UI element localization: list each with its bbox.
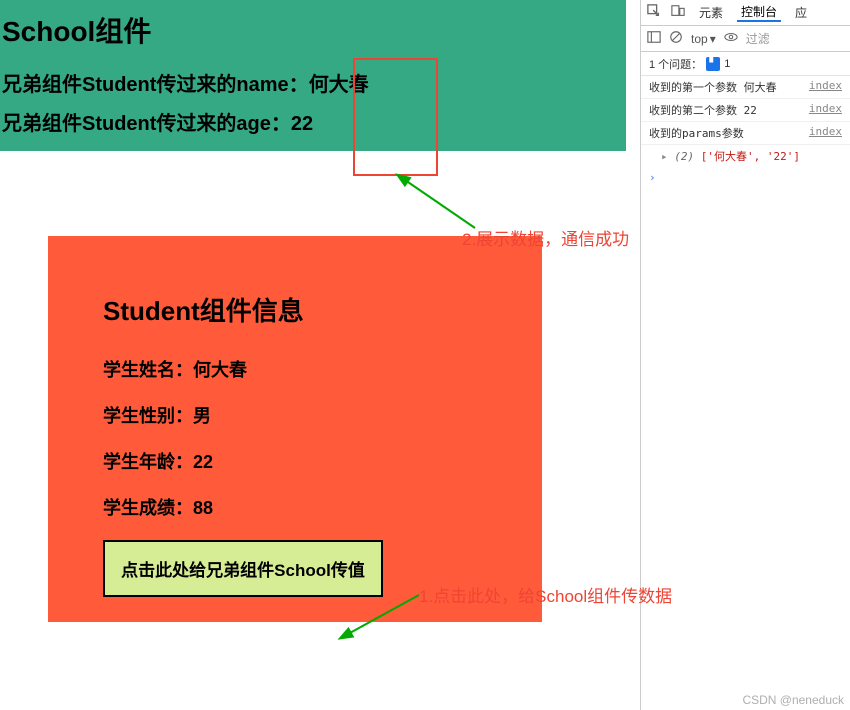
console-entry-1: 收到的第一个参数 何大春 index <box>641 76 850 99</box>
console-val-2: 22 <box>744 104 757 117</box>
student-name-label: 学生姓名： <box>103 360 193 380</box>
student-score-label: 学生成绩： <box>103 498 193 518</box>
devtools-tabs-bar: 元素 控制台 应 <box>641 0 850 26</box>
devtools-console-toolbar: top ▾ 过滤 <box>641 26 850 52</box>
tab-elements[interactable]: 元素 <box>695 4 727 21</box>
school-name-label: 兄弟组件Student传过来的name： <box>2 74 309 96</box>
school-age-line: 兄弟组件Student传过来的age：22 <box>0 107 626 136</box>
console-msg-3: 收到的params参数 <box>649 125 803 141</box>
expand-arrow-icon: ▸ <box>661 150 674 163</box>
context-label: top <box>691 32 708 46</box>
student-age-value: 22 <box>193 452 213 472</box>
student-score-value: 88 <box>193 498 213 518</box>
student-name-value: 何大春 <box>193 360 247 380</box>
annotation-step2: 2.展示数据，通信成功 <box>462 225 629 250</box>
highlight-box <box>353 58 438 176</box>
school-name-line: 兄弟组件Student传过来的name：何大春 <box>0 68 626 97</box>
school-age-value: 22 <box>291 113 313 136</box>
filter-input[interactable]: 过滤 <box>746 30 770 47</box>
console-msg-2: 收到的第二个参数 <box>649 104 737 117</box>
eye-icon[interactable] <box>724 30 738 47</box>
console-src-3[interactable]: index <box>809 125 842 138</box>
school-age-label: 兄弟组件Student传过来的age： <box>2 113 291 135</box>
inspect-icon[interactable] <box>647 4 661 21</box>
student-component: Student组件信息 学生姓名：何大春 学生性别：男 学生年龄：22 学生成绩… <box>48 236 542 622</box>
console-src-1[interactable]: index <box>809 79 842 92</box>
student-gender-line: 学生性别：男 <box>103 402 487 428</box>
student-gender-value: 男 <box>193 406 211 426</box>
console-src-2[interactable]: index <box>809 102 842 115</box>
tab-console[interactable]: 控制台 <box>737 3 781 22</box>
devtools-console-output: 收到的第一个参数 何大春 index 收到的第二个参数 22 index 收到的… <box>641 76 850 188</box>
issues-label: 1 个问题： <box>649 56 702 72</box>
console-entry-3: 收到的params参数 index <box>641 122 850 145</box>
console-prompt[interactable]: › <box>641 167 850 188</box>
console-val-1: 何大春 <box>744 81 777 94</box>
student-age-label: 学生年龄： <box>103 452 193 472</box>
issues-count: 1 <box>724 58 730 70</box>
watermark: CSDN @neneduck <box>742 693 844 707</box>
console-array-expand[interactable]: ▸ (2) ['何大春', '22'] <box>641 145 850 167</box>
device-toggle-icon[interactable] <box>671 4 685 21</box>
student-score-line: 学生成绩：88 <box>103 494 487 520</box>
tab-more[interactable]: 应 <box>791 4 811 21</box>
chevron-down-icon: ▾ <box>710 32 716 46</box>
issue-badge-icon: ▘ <box>706 57 720 71</box>
annotation-step1: 1.点击此处，给School组件传数据 <box>419 582 672 607</box>
school-title: School组件 <box>0 10 626 50</box>
console-entry-2: 收到的第二个参数 22 index <box>641 99 850 122</box>
send-to-school-button[interactable]: 点击此处给兄弟组件School传值 <box>103 540 383 597</box>
context-selector[interactable]: top ▾ <box>691 32 716 46</box>
clear-console-icon[interactable] <box>669 30 683 47</box>
console-arr-len: (2) <box>674 150 694 163</box>
console-arr-vals: ['何大春', '22'] <box>701 150 800 163</box>
student-age-line: 学生年龄：22 <box>103 448 487 474</box>
devtools-issues-bar[interactable]: 1 个问题： ▘ 1 <box>641 52 850 76</box>
student-title: Student组件信息 <box>103 291 487 328</box>
sidebar-toggle-icon[interactable] <box>647 30 661 47</box>
console-msg-1: 收到的第一个参数 <box>649 81 737 94</box>
school-component: School组件 兄弟组件Student传过来的name：何大春 兄弟组件Stu… <box>0 0 626 151</box>
student-name-line: 学生姓名：何大春 <box>103 356 487 382</box>
student-gender-label: 学生性别： <box>103 406 193 426</box>
